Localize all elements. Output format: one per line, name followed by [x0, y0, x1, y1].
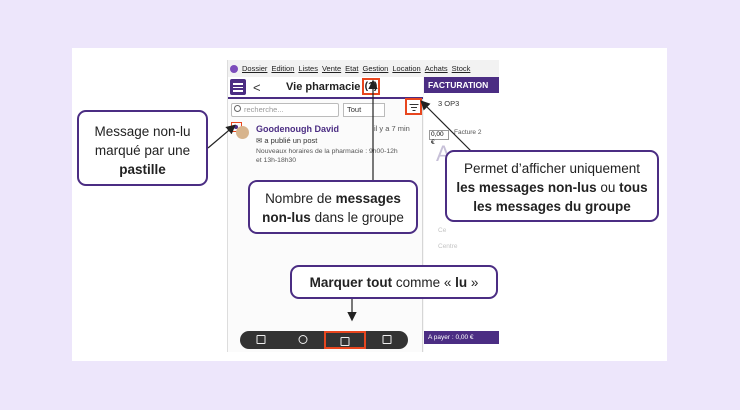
- menu-gestion[interactable]: Gestion: [363, 64, 389, 73]
- message-body-line2: et 13h-18h30: [256, 157, 297, 164]
- menu-achats[interactable]: Achats: [425, 64, 448, 73]
- message-body-line1: Nouveaux horaires de la pharmacie : 9h00…: [256, 148, 398, 155]
- callout-filter-line3: les messages du groupe: [473, 199, 631, 214]
- calendar-icon: [256, 335, 266, 344]
- callout-count-bold1: messages: [335, 191, 401, 206]
- search-placeholder: recherche...: [244, 105, 284, 114]
- faded-label-2: Centre: [438, 243, 458, 250]
- callout-count-text2: dans le groupe: [310, 210, 404, 225]
- callout-mark-all-read: Marquer tout comme « lu »: [290, 265, 498, 299]
- message-action: ✉ a publié un post: [256, 136, 318, 145]
- callout-count-text1: Nombre de: [265, 191, 336, 206]
- callout-unread-count: Nombre de messages non-lus dans le group…: [248, 180, 418, 234]
- menu-edition[interactable]: Edition: [271, 64, 294, 73]
- callout-pastille-line2: marqué par une: [94, 143, 191, 158]
- callout-filter-bold2: tous: [619, 180, 648, 195]
- callout-mark-bold1: Marquer tout: [309, 275, 393, 290]
- panel-header: < Vie pharmacie (1): [228, 77, 423, 99]
- unread-count: (1): [362, 78, 380, 95]
- avatar: [236, 126, 249, 139]
- callout-mark-bold2: lu: [455, 275, 468, 290]
- inbox-icon: [340, 337, 350, 346]
- search-icon: [234, 105, 241, 112]
- bottom-toolbar: [240, 331, 408, 349]
- callout-pastille-line1: Message non-lu: [94, 124, 191, 139]
- operator-label: 3 OP3: [438, 99, 460, 108]
- list-item[interactable]: Goodenough David il y a 7 min ✉ a publié…: [228, 121, 423, 181]
- callout-count-bold2: non-lus: [262, 210, 311, 225]
- message-author: Goodenough David: [256, 124, 339, 134]
- menu-vente[interactable]: Vente: [322, 64, 341, 73]
- callout-filter-line1: Permet d’afficher uniquement: [463, 161, 641, 176]
- compose-button[interactable]: [366, 331, 408, 349]
- tab-facture[interactable]: Facture 2: [454, 129, 481, 136]
- filter-select[interactable]: Tout: [343, 103, 385, 117]
- amount-to-pay: A payer : 0,00 €: [424, 331, 499, 344]
- message-time: il y a 7 min: [374, 124, 410, 133]
- menu-etat[interactable]: Etat: [345, 64, 358, 73]
- group-title: Vie pharmacie: [286, 81, 361, 93]
- app-logo-icon: [230, 64, 238, 73]
- back-button[interactable]: <: [253, 80, 261, 95]
- group-button[interactable]: [282, 331, 324, 349]
- menu-listes[interactable]: Listes: [298, 64, 318, 73]
- menu-bar: Dossier Edition Listes Vente Etat Gestio…: [228, 60, 499, 77]
- menu-stock[interactable]: Stock: [452, 64, 471, 73]
- callout-mark-text1: comme «: [392, 275, 456, 290]
- faded-label-1: Ce: [438, 227, 447, 234]
- callout-pastille-line3: pastille: [119, 162, 166, 177]
- amount-field[interactable]: 0,00 €: [429, 130, 449, 146]
- hamburger-menu-icon[interactable]: [230, 79, 246, 95]
- search-input[interactable]: recherche...: [231, 103, 339, 117]
- callout-filter-bold1: les messages non-lus: [456, 180, 597, 195]
- callout-filter: Permet d’afficher uniquement les message…: [445, 150, 659, 222]
- billing-header: FACTURATION: [424, 77, 499, 93]
- callout-filter-text: ou: [596, 180, 620, 195]
- menu-location[interactable]: Location: [392, 64, 420, 73]
- filter-icon[interactable]: [405, 98, 422, 115]
- mark-all-read-button[interactable]: [324, 331, 366, 349]
- group-icon: [298, 335, 308, 344]
- filter-select-value: Tout: [347, 105, 362, 114]
- message-action-text: a publié un post: [264, 136, 318, 145]
- menu-dossier[interactable]: Dossier: [242, 64, 267, 73]
- calendar-button[interactable]: [240, 331, 282, 349]
- callout-mark-text2: »: [467, 275, 479, 290]
- callout-unread-dot: Message non-lu marqué par une pastille: [77, 110, 208, 186]
- compose-icon: [382, 335, 392, 344]
